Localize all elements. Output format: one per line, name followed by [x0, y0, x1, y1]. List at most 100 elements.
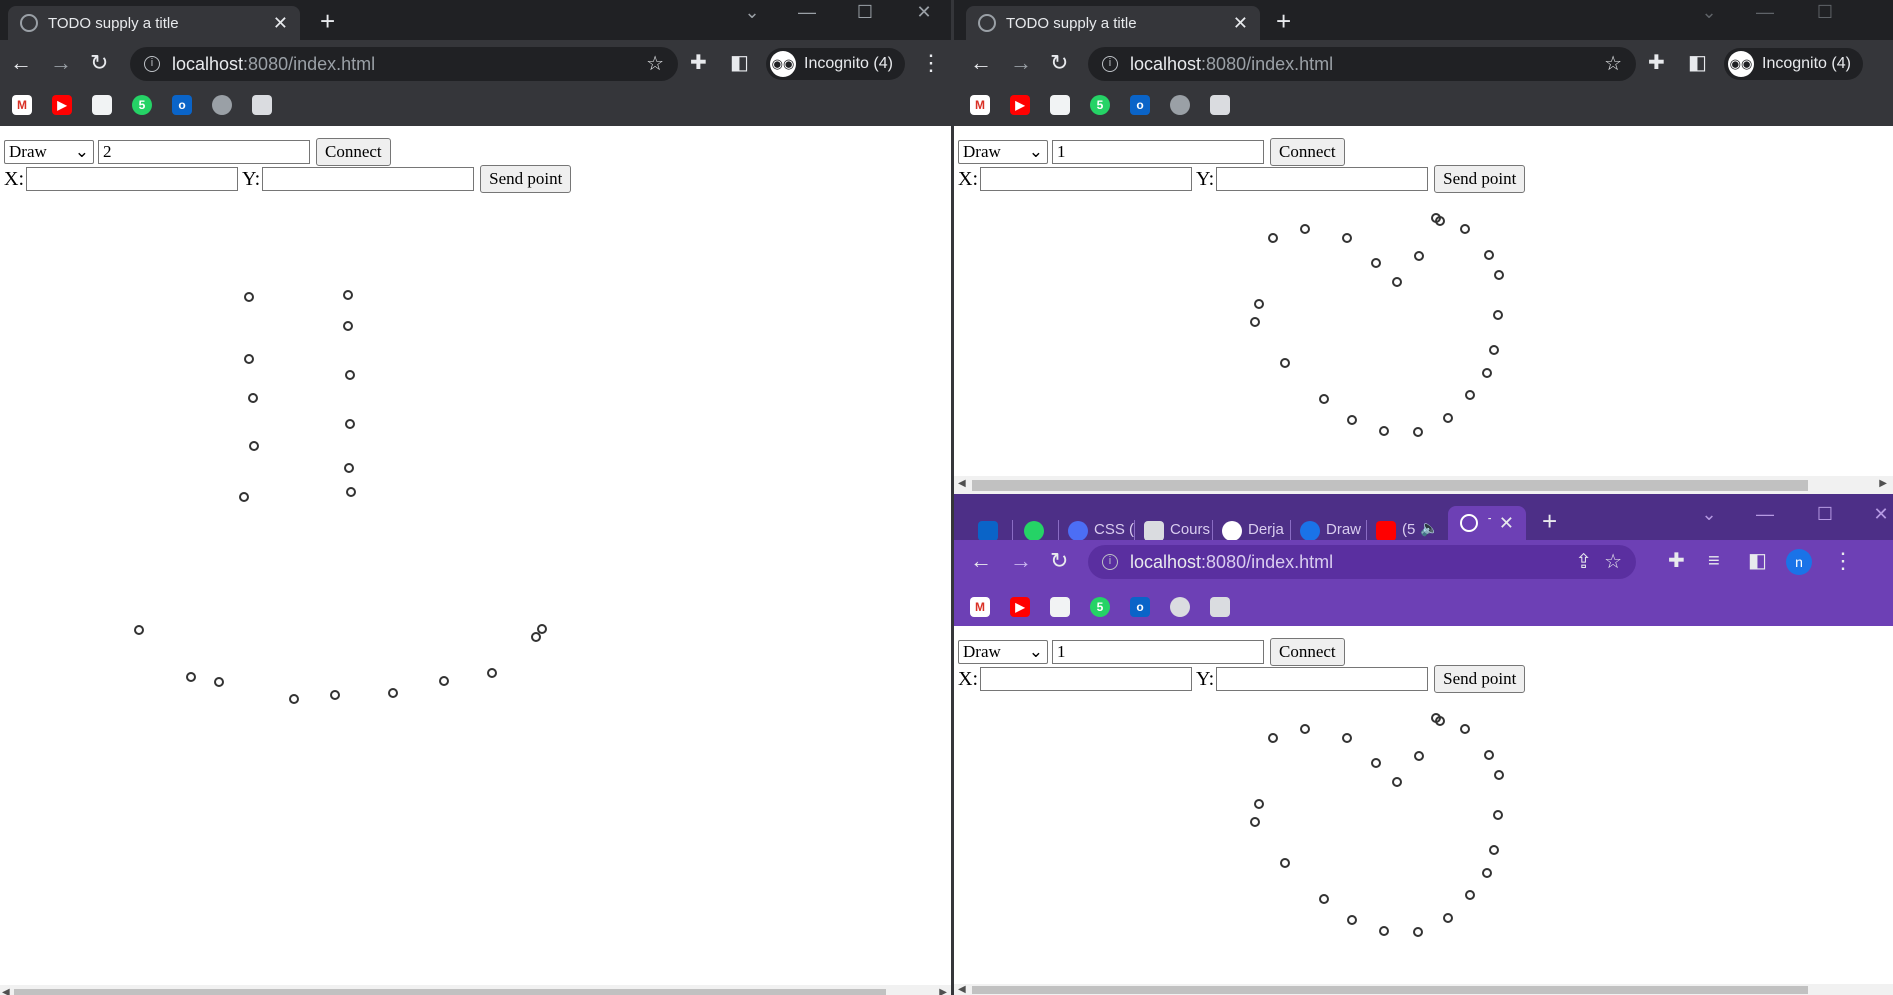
outlook-icon[interactable]: o — [172, 95, 192, 115]
maximize-button[interactable]: ☐ — [1810, 504, 1840, 525]
close-tab-icon[interactable]: ✕ — [1499, 513, 1514, 534]
back-icon[interactable]: ← — [970, 550, 992, 572]
gmail-icon[interactable]: M — [970, 597, 990, 617]
youtube-icon[interactable]: ▶ — [52, 95, 72, 115]
horizontal-scrollbar[interactable]: ◀ — [954, 984, 1893, 995]
side-panel-icon[interactable]: ◧ — [730, 52, 749, 74]
bookmark-star-icon[interactable]: ☆ — [1604, 549, 1622, 574]
tab-active[interactable]: TODO supply a title ✕ — [966, 6, 1260, 40]
drawn-point — [345, 419, 355, 429]
minimize-button[interactable]: — — [792, 2, 822, 23]
youtube-icon[interactable]: ▶ — [1010, 597, 1030, 617]
scrollbar-thumb[interactable] — [972, 480, 1808, 491]
side-panel-icon[interactable]: ◧ — [1748, 550, 1767, 572]
reload-icon[interactable]: ↻ — [90, 52, 108, 74]
tab-search-icon[interactable]: ⌄ — [1694, 2, 1724, 23]
youtube-icon[interactable]: ▶ — [1010, 95, 1030, 115]
profile-avatar[interactable]: n — [1786, 549, 1812, 575]
scroll-left-icon[interactable]: ◀ — [958, 984, 966, 995]
outlook-icon[interactable]: o — [1130, 95, 1150, 115]
extensions-icon[interactable]: ✚ — [690, 52, 707, 74]
minimize-button[interactable]: — — [1750, 504, 1780, 525]
incognito-indicator[interactable]: ◉◉ Incognito (4) — [1724, 48, 1863, 80]
forward-icon[interactable]: → — [50, 52, 72, 74]
media-control-icon[interactable]: ≡ — [1708, 550, 1720, 572]
scroll-right-icon[interactable]: ▶ — [1879, 478, 1887, 489]
gmail-icon[interactable]: M — [12, 95, 32, 115]
css-icon[interactable] — [1068, 521, 1088, 541]
new-tab-button[interactable]: + — [1276, 6, 1291, 36]
whatsapp-icon[interactable]: 5 — [1090, 95, 1110, 115]
address-bar[interactable]: i localhost :8080/index.html ☆ — [1088, 47, 1636, 81]
clipboard-icon[interactable] — [252, 95, 272, 115]
new-tab-button[interactable]: + — [1542, 506, 1557, 536]
close-window-button[interactable]: ✕ — [909, 2, 939, 23]
extensions-icon[interactable]: ✚ — [1668, 550, 1685, 572]
globe-icon[interactable] — [1170, 95, 1190, 115]
drawing-canvas[interactable] — [0, 126, 948, 976]
forward-icon[interactable]: → — [1010, 52, 1032, 74]
forward-icon[interactable]: → — [1010, 550, 1032, 572]
drawing-canvas[interactable] — [954, 126, 1893, 476]
close-tab-icon[interactable]: ✕ — [273, 13, 288, 34]
reload-icon[interactable]: ↻ — [1050, 52, 1068, 74]
horizontal-scrollbar[interactable]: ◀ ▶ — [0, 985, 951, 995]
scrollbar-thumb[interactable] — [972, 986, 1808, 994]
share-icon[interactable]: ⇪ — [1575, 549, 1592, 574]
notes-icon[interactable] — [1050, 597, 1070, 617]
speaker-icon[interactable]: 🔈 — [1420, 519, 1439, 537]
horizontal-scrollbar[interactable]: ◀ ▶ — [954, 476, 1893, 494]
reload-icon[interactable]: ↻ — [1050, 550, 1068, 572]
address-bar[interactable]: i localhost :8080/index.html ☆ ⇪ — [1088, 545, 1636, 579]
globe-icon[interactable] — [1170, 597, 1190, 617]
clipboard-icon[interactable] — [1210, 597, 1230, 617]
site-info-icon[interactable]: i — [144, 56, 160, 72]
extensions-icon[interactable]: ✚ — [1648, 52, 1665, 74]
site-info-icon[interactable]: i — [1102, 56, 1118, 72]
whatsapp-icon[interactable]: 5 — [132, 95, 152, 115]
scroll-left-icon[interactable]: ◀ — [2, 987, 10, 995]
scrollbar-thumb[interactable] — [14, 989, 886, 995]
incognito-indicator[interactable]: ◉◉ Incognito (4) — [766, 48, 905, 80]
back-icon[interactable]: ← — [10, 52, 32, 74]
gmail-icon[interactable]: M — [970, 95, 990, 115]
drawing-canvas[interactable] — [954, 626, 1893, 986]
github-icon[interactable] — [1222, 521, 1242, 541]
tab-search-icon[interactable]: ⌄ — [737, 2, 767, 23]
side-panel-icon[interactable]: ◧ — [1688, 52, 1707, 74]
tab-active[interactable]: TODO supply a title ✕ — [8, 6, 300, 40]
maximize-button[interactable]: ☐ — [1810, 2, 1840, 23]
youtube-icon[interactable] — [1376, 521, 1396, 541]
outlook-icon[interactable] — [978, 521, 998, 541]
minimize-button[interactable]: — — [1750, 2, 1780, 23]
new-tab-button[interactable]: + — [320, 6, 335, 36]
tab-label[interactable]: Derja — [1248, 521, 1284, 538]
globe-icon[interactable] — [212, 95, 232, 115]
draw-icon[interactable] — [1300, 521, 1320, 541]
site-info-icon[interactable]: i — [1102, 554, 1118, 570]
scroll-right-icon[interactable]: ▶ — [939, 987, 947, 995]
bookmark-star-icon[interactable]: ☆ — [1604, 51, 1622, 76]
tab-search-icon[interactable]: ⌄ — [1694, 504, 1724, 525]
close-tab-icon[interactable]: ✕ — [1233, 13, 1248, 34]
whatsapp-icon[interactable] — [1024, 521, 1044, 541]
bookmark-star-icon[interactable]: ☆ — [646, 51, 664, 76]
clipboard-icon[interactable] — [1144, 521, 1164, 541]
tab-label[interactable]: (5 — [1402, 521, 1415, 538]
scroll-left-icon[interactable]: ◀ — [958, 478, 966, 489]
menu-icon[interactable]: ⋮ — [1832, 550, 1854, 572]
tab-label[interactable]: Cours — [1170, 521, 1210, 538]
tab-active[interactable]: T( ✕ — [1448, 506, 1526, 540]
clipboard-icon[interactable] — [1210, 95, 1230, 115]
menu-icon[interactable]: ⋮ — [920, 52, 942, 74]
whatsapp-icon[interactable]: 5 — [1090, 597, 1110, 617]
outlook-icon[interactable]: o — [1130, 597, 1150, 617]
tab-label[interactable]: CSS ( — [1094, 521, 1134, 538]
tab-label[interactable]: Draw — [1326, 521, 1361, 538]
back-icon[interactable]: ← — [970, 52, 992, 74]
maximize-button[interactable]: ☐ — [850, 2, 880, 23]
notes-icon[interactable] — [1050, 95, 1070, 115]
close-window-button[interactable]: ✕ — [1866, 504, 1893, 525]
address-bar[interactable]: i localhost :8080/index.html ☆ — [130, 47, 678, 81]
notes-icon[interactable] — [92, 95, 112, 115]
